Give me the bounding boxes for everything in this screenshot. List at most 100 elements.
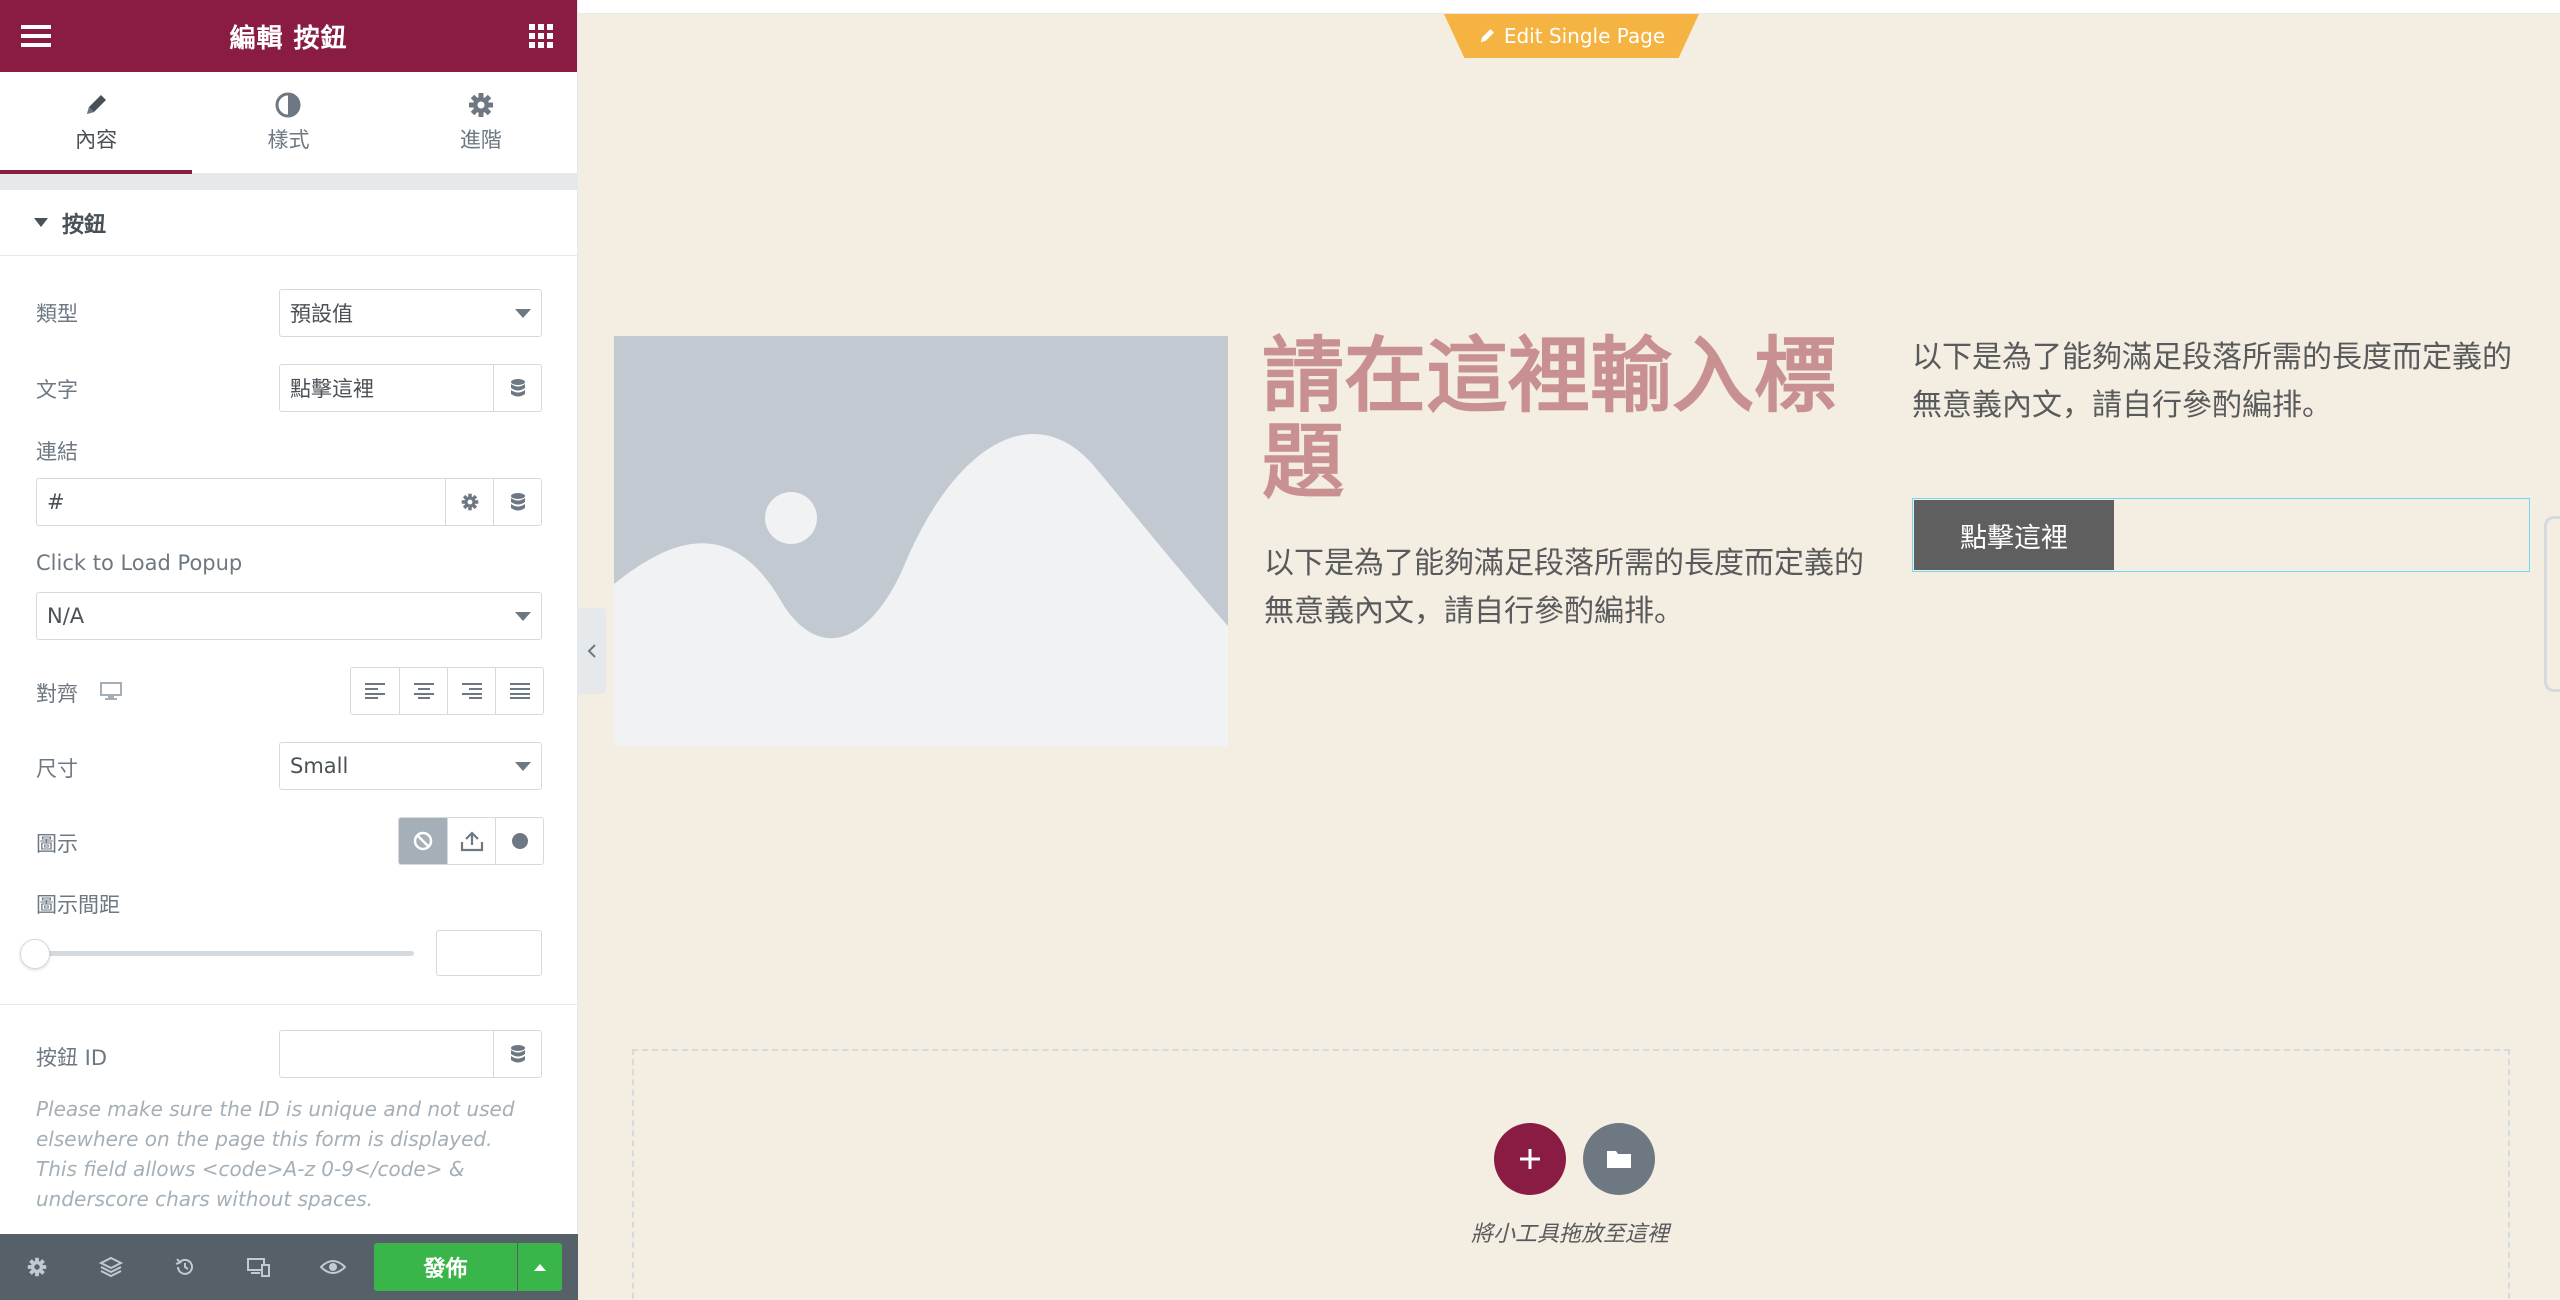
edit-tab-label: Edit Single Page <box>1503 24 1666 48</box>
tab-advanced[interactable]: 進階 <box>385 72 577 173</box>
icon-spacing-label: 圖示間距 <box>36 893 120 917</box>
image-placeholder[interactable] <box>614 336 1228 746</box>
link-label: 連結 <box>36 440 78 464</box>
alignment-buttons <box>350 667 544 715</box>
editor-panel: 編輯 按鈕 內容 樣式 進階 按鈕 類型 預設值 文字 點擊這裡 連結 # Cl… <box>0 0 578 1300</box>
history-button[interactable] <box>148 1234 222 1300</box>
type-select[interactable]: 預設值 <box>279 289 542 337</box>
ban-icon <box>413 831 433 851</box>
size-select-value: Small <box>290 754 349 778</box>
popup-label: Click to Load Popup <box>36 551 243 575</box>
popup-select[interactable]: N/A <box>36 592 542 640</box>
navigator-button[interactable] <box>74 1234 148 1300</box>
gear-icon <box>461 493 478 511</box>
pencil-icon <box>87 94 107 114</box>
text-label: 文字 <box>36 378 78 402</box>
align-left-icon <box>365 683 385 699</box>
section-toggle-button[interactable]: 按鈕 <box>0 190 577 256</box>
drop-widget-hint: 將小工具拖放至這裡 <box>1470 1222 1669 1247</box>
right-panel-handle[interactable] <box>2544 516 2560 692</box>
align-center-icon <box>413 683 434 699</box>
caret-up-icon <box>534 1264 546 1271</box>
section-title: 按鈕 <box>62 212 107 238</box>
responsive-mode-button[interactable] <box>222 1234 296 1300</box>
desktop-icon[interactable] <box>100 682 122 700</box>
folder-icon <box>1607 1151 1631 1168</box>
chevron-down-icon <box>515 612 531 621</box>
button-id-dynamic-tags-button[interactable] <box>494 1030 542 1078</box>
history-icon <box>175 1258 193 1275</box>
popup-select-value: N/A <box>47 604 85 628</box>
preview-top-bar <box>578 0 2560 14</box>
panel-tabs: 內容 樣式 進階 <box>0 72 577 174</box>
gear-icon <box>468 92 493 117</box>
link-options-button[interactable] <box>446 478 494 526</box>
icon-choice-buttons <box>398 817 544 865</box>
tab-style-label: 樣式 <box>267 127 310 152</box>
align-justify-button[interactable] <box>495 668 543 714</box>
publish-options-button[interactable] <box>518 1243 562 1291</box>
preview-button[interactable] <box>296 1234 370 1300</box>
layers-icon <box>99 1256 123 1278</box>
database-icon <box>510 1045 525 1063</box>
size-select[interactable]: Small <box>279 742 542 790</box>
icon-spacing-slider-track[interactable] <box>36 951 414 956</box>
icon-spacing-number-input[interactable] <box>436 930 542 976</box>
dynamic-tags-button[interactable] <box>494 364 542 412</box>
icon-library-button[interactable] <box>495 818 543 864</box>
link-dynamic-tags-button[interactable] <box>494 478 542 526</box>
contrast-icon <box>275 92 301 117</box>
heading-widget[interactable]: 請在這裡輸入標題 <box>1262 334 1872 506</box>
text-input-value: 點擊這裡 <box>290 377 374 401</box>
add-section-button[interactable] <box>1494 1123 1566 1195</box>
button-id-input[interactable] <box>279 1030 494 1078</box>
text-editor-widget-1[interactable]: 以下是為了能夠滿足段落所需的長度而定義的無意義內文，請自行參酌編排。 <box>1264 540 1874 636</box>
chevron-down-icon <box>515 762 531 771</box>
button-id-label: 按鈕 ID <box>36 1046 108 1070</box>
panel-header: 編輯 按鈕 <box>0 0 577 72</box>
icon-none-button[interactable] <box>399 818 447 864</box>
icon-label: 圖示 <box>36 832 78 856</box>
align-right-button[interactable] <box>447 668 495 714</box>
edit-tab-content: Edit Single Page <box>1444 14 1699 58</box>
edit-single-page-tab[interactable]: Edit Single Page <box>1444 14 1699 58</box>
widgets-grid-icon[interactable] <box>505 0 577 72</box>
collapse-panel-button[interactable] <box>578 608 606 694</box>
text-input[interactable]: 點擊這裡 <box>279 364 494 412</box>
align-center-button[interactable] <box>399 668 447 714</box>
hamburger-menu-icon[interactable] <box>0 0 72 72</box>
icon-spacing-slider-handle[interactable] <box>20 939 50 969</box>
chevron-left-icon <box>587 644 596 658</box>
caret-down-icon <box>34 217 48 227</box>
panel-title: 編輯 按鈕 <box>229 23 348 54</box>
chevron-down-icon <box>515 309 531 318</box>
size-label: 尺寸 <box>36 757 78 781</box>
text-editor-widget-2[interactable]: 以下是為了能夠滿足段落所需的長度而定義的無意義內文，請自行參酌編排。 <box>1912 334 2532 430</box>
panel-footer: 發佈 <box>0 1234 578 1300</box>
tab-content[interactable]: 內容 <box>0 72 193 174</box>
database-icon <box>510 379 525 397</box>
align-right-icon <box>461 683 482 699</box>
align-label: 對齊 <box>36 682 78 706</box>
align-left-button[interactable] <box>351 668 399 714</box>
cta-button[interactable]: 點擊這裡 <box>1914 500 2114 570</box>
pencil-icon <box>1480 29 1494 43</box>
tab-content-label: 內容 <box>75 127 118 152</box>
align-justify-icon <box>509 683 530 699</box>
add-template-button[interactable] <box>1583 1123 1655 1195</box>
plus-icon <box>1520 1149 1540 1169</box>
link-input[interactable]: # <box>36 478 446 526</box>
link-input-value: # <box>47 490 65 514</box>
tab-style[interactable]: 樣式 <box>192 72 384 173</box>
button-id-help-text: Please make sure the ID is unique and no… <box>36 1097 515 1211</box>
panel-gap <box>0 174 577 190</box>
devices-icon <box>247 1258 270 1277</box>
type-select-value: 預設值 <box>290 302 353 326</box>
icon-upload-button[interactable] <box>447 818 495 864</box>
gear-icon <box>27 1257 47 1277</box>
type-label: 類型 <box>36 302 78 326</box>
settings-button[interactable] <box>0 1234 74 1300</box>
add-section-dropzone[interactable] <box>632 1049 2510 1300</box>
upload-icon <box>460 831 483 852</box>
publish-button[interactable]: 發佈 <box>374 1243 517 1291</box>
